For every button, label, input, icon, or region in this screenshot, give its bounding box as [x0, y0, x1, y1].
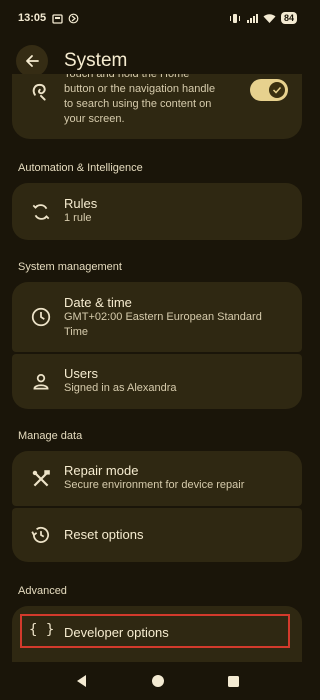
users-item[interactable]: Users Signed in as Alexandra — [12, 354, 302, 409]
status-time: 13:05 — [18, 12, 47, 24]
users-subtitle: Signed in as Alexandra — [64, 382, 177, 394]
circle-search-icon — [32, 83, 46, 101]
rules-subtitle: 1 rule — [64, 212, 92, 224]
status-bar: 13:05 84 — [0, 0, 315, 36]
signal-icon — [246, 13, 258, 23]
circle-search-description-1: Touch and hold the Home — [64, 74, 190, 80]
reset-options-item[interactable]: Reset options — [12, 508, 302, 562]
clock-icon — [31, 307, 51, 327]
section-advanced: Advanced — [18, 585, 67, 597]
sync-icon — [68, 13, 79, 23]
wifi-icon — [263, 13, 276, 23]
rules-item[interactable]: Rules 1 rule — [12, 183, 302, 240]
nav-recents-icon[interactable] — [227, 675, 240, 688]
section-system-management: System management — [18, 261, 122, 273]
navigation-bar — [0, 662, 315, 700]
rules-title: Rules — [64, 196, 98, 211]
calendar-notification-icon — [52, 13, 63, 24]
battery-indicator: 84 — [280, 12, 297, 24]
circle-to-search-item[interactable]: Touch and hold the Home button or the na… — [12, 74, 302, 139]
circle-search-description-4: your screen. — [64, 113, 125, 125]
date-time-subtitle-1: GMT+02:00 Eastern European Standard — [64, 311, 262, 323]
back-button[interactable] — [16, 45, 48, 77]
nav-home-icon[interactable] — [151, 674, 165, 688]
settings-list[interactable]: Touch and hold the Home button or the na… — [0, 74, 315, 662]
history-icon — [31, 526, 49, 543]
repair-tools-icon — [32, 470, 50, 487]
check-icon — [272, 86, 282, 94]
vibrate-icon — [229, 13, 240, 23]
date-time-item[interactable]: Date & time GMT+02:00 Eastern European S… — [12, 282, 302, 352]
developer-options-title: Developer options — [64, 625, 169, 640]
code-braces-icon: { } — [29, 622, 55, 638]
circle-search-description-2: button or the navigation handle — [64, 83, 216, 95]
page-title: System — [64, 50, 128, 71]
date-time-title: Date & time — [64, 295, 132, 310]
date-time-subtitle-2: Time — [64, 326, 89, 338]
developer-options-item[interactable]: { } Developer options — [12, 606, 302, 662]
circle-search-toggle[interactable] — [250, 79, 288, 101]
section-manage-data: Manage data — [18, 430, 83, 442]
rules-icon — [32, 204, 50, 220]
person-icon — [33, 373, 49, 390]
section-automation: Automation & Intelligence — [18, 162, 143, 174]
reset-options-title: Reset options — [64, 527, 144, 542]
circle-search-description-3: to search using the content on — [64, 98, 212, 110]
repair-mode-item[interactable]: Repair mode Secure environment for devic… — [12, 451, 302, 506]
arrow-back-icon — [26, 55, 39, 67]
repair-mode-subtitle: Secure environment for device repair — [64, 479, 245, 491]
users-title: Users — [64, 366, 98, 381]
repair-mode-title: Repair mode — [64, 463, 139, 478]
nav-back-icon[interactable] — [75, 674, 89, 688]
